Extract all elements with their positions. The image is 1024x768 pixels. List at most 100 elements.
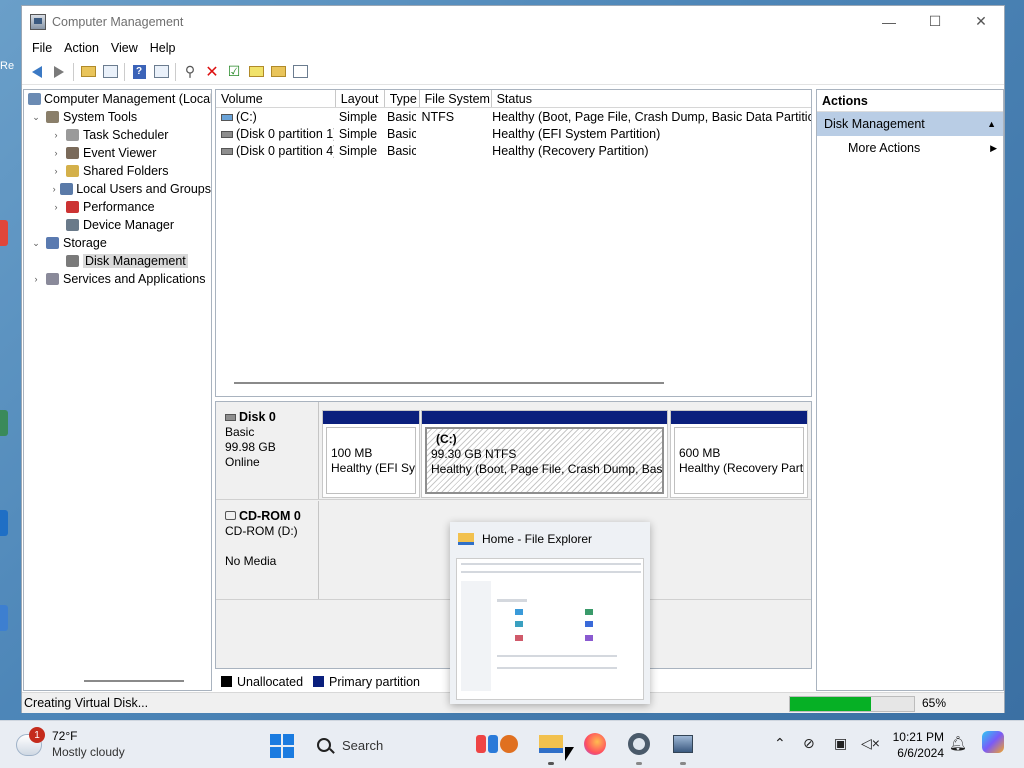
tree-item-performance[interactable]: › Performance bbox=[24, 198, 211, 216]
collapse-chevron-icon[interactable]: ⌄ bbox=[30, 238, 42, 249]
file-explorer-preview[interactable]: Home - File Explorer bbox=[450, 522, 650, 704]
partition-c[interactable]: (C:) 99.30 GB NTFS Healthy (Boot, Page F… bbox=[421, 410, 668, 498]
column-file-system[interactable]: File System bbox=[420, 90, 492, 107]
show-hide-tree-button[interactable] bbox=[99, 62, 121, 82]
expand-chevron-icon[interactable]: › bbox=[50, 184, 58, 194]
progress-fill bbox=[790, 697, 871, 711]
tree-item-label: Task Scheduler bbox=[83, 128, 169, 142]
tree-item-label: Local Users and Groups bbox=[76, 182, 211, 196]
search-folder-icon bbox=[270, 66, 286, 77]
console-tree-icon bbox=[102, 65, 118, 78]
back-arrow-icon bbox=[32, 65, 42, 78]
close-button[interactable]: ✕ bbox=[958, 6, 1004, 37]
expand-chevron-icon[interactable]: › bbox=[50, 166, 62, 176]
show-action-pane-button[interactable] bbox=[150, 62, 172, 82]
users-icon bbox=[60, 182, 74, 196]
back-button[interactable] bbox=[26, 62, 48, 82]
disk-state: Online bbox=[225, 455, 260, 469]
legend-primary: Primary partition bbox=[329, 674, 421, 689]
volume-name: (Disk 0 partition 4) bbox=[236, 143, 334, 158]
volume-row[interactable]: (C:) Simple Basic NTFS Healthy (Boot, Page F… bbox=[216, 108, 811, 125]
delete-button[interactable]: ✕ bbox=[201, 62, 223, 82]
tree-item-services-and-applications[interactable]: › Services and Applications bbox=[24, 270, 211, 288]
start-button[interactable] bbox=[270, 734, 294, 758]
disk-type: Basic bbox=[225, 425, 255, 439]
tree-horizontal-scrollbar[interactable] bbox=[84, 680, 184, 682]
services-icon bbox=[44, 272, 60, 286]
tree-item-event-viewer[interactable]: › Event Viewer bbox=[24, 144, 211, 162]
disk-0-label[interactable]: Disk 0 Basic 99.98 GB Online bbox=[216, 402, 319, 499]
search-highlights-icon[interactable] bbox=[472, 731, 522, 757]
expand-chevron-icon[interactable]: › bbox=[50, 202, 62, 212]
volume-muted-icon[interactable]: ◁× bbox=[861, 735, 880, 752]
tree-item-local-users-and-groups[interactable]: › Local Users and Groups bbox=[24, 180, 211, 198]
notification-bell-icon[interactable]: 🔔︎ bbox=[949, 735, 967, 752]
menu-help[interactable]: Help bbox=[144, 41, 182, 55]
horizontal-scrollbar[interactable] bbox=[234, 382, 664, 384]
help-button[interactable]: ? bbox=[128, 62, 150, 82]
menu-file[interactable]: File bbox=[26, 41, 58, 55]
partition-recovery[interactable]: 600 MB Healthy (Recovery Partit bbox=[670, 410, 808, 498]
connect-button[interactable]: ⚲ bbox=[179, 62, 201, 82]
weather-widget[interactable]: 1 72°F Mostly cloudy bbox=[16, 727, 125, 760]
new-folder-button[interactable] bbox=[245, 62, 267, 82]
actions-section-label: Disk Management bbox=[824, 117, 925, 131]
properties-icon bbox=[292, 65, 308, 78]
computer-management-taskbar-icon[interactable] bbox=[670, 731, 696, 765]
expand-chevron-icon[interactable]: › bbox=[30, 274, 42, 284]
partition-size: 99.30 GB NTFS bbox=[431, 447, 517, 461]
properties-button[interactable] bbox=[289, 62, 311, 82]
search-folder-button[interactable] bbox=[267, 62, 289, 82]
expand-chevron-icon[interactable]: › bbox=[50, 148, 62, 158]
tree-item-label: Computer Management (Local bbox=[44, 92, 212, 106]
volume-status-cell: Healthy (Boot, Page File, Crash Dump, Ba… bbox=[492, 109, 812, 124]
tree-item-shared-folders[interactable]: › Shared Folders bbox=[24, 162, 211, 180]
partition-efi[interactable]: 100 MB Healthy (EFI Sys bbox=[322, 410, 420, 498]
firefox-icon[interactable] bbox=[582, 731, 608, 757]
volume-row[interactable]: (Disk 0 partition 4) Simple Basic Healthy (… bbox=[216, 142, 811, 159]
show-hidden-icons-chevron-icon[interactable]: ⌃ bbox=[774, 735, 786, 752]
minimize-button[interactable]: — bbox=[866, 6, 912, 37]
column-layout[interactable]: Layout bbox=[336, 90, 385, 107]
tree-item-device-manager[interactable]: Device Manager bbox=[24, 216, 211, 234]
column-type[interactable]: Type bbox=[385, 90, 420, 107]
preview-title: Home - File Explorer bbox=[482, 532, 593, 546]
maximize-button[interactable]: ☐ bbox=[912, 6, 958, 37]
tree-item-storage[interactable]: ⌄ Storage bbox=[24, 234, 211, 252]
volume-row[interactable]: (Disk 0 partition 1) Simple Basic Healthy (… bbox=[216, 125, 811, 142]
column-volume[interactable]: Volume bbox=[216, 90, 336, 107]
cdrom-name: CD-ROM 0 bbox=[239, 509, 301, 523]
file-explorer-taskbar-icon[interactable] bbox=[538, 731, 564, 765]
tree-item-task-scheduler[interactable]: › Task Scheduler bbox=[24, 126, 211, 144]
tree-item-computer-management-local[interactable]: Computer Management (Local bbox=[24, 90, 211, 108]
forward-button[interactable] bbox=[48, 62, 70, 82]
column-status[interactable]: Status bbox=[492, 90, 811, 107]
forward-arrow-icon bbox=[54, 65, 64, 78]
network-icon[interactable]: ⊘ bbox=[803, 735, 815, 752]
settings-icon[interactable] bbox=[626, 731, 652, 765]
file-explorer-icon bbox=[458, 533, 474, 545]
cdrom-0-label[interactable]: CD-ROM 0 CD-ROM (D:) No Media bbox=[216, 501, 319, 599]
copilot-icon[interactable] bbox=[982, 731, 1004, 756]
volume-type-cell: Basic bbox=[387, 143, 417, 158]
display-icon[interactable]: ▣ bbox=[834, 735, 847, 752]
storage-icon bbox=[44, 236, 60, 250]
more-actions[interactable]: More Actions ▶ bbox=[817, 136, 1003, 160]
volume-layout-cell: Simple bbox=[338, 143, 378, 158]
actions-section-disk-management[interactable]: Disk Management ▲ bbox=[817, 112, 1003, 136]
device-manager-icon bbox=[64, 218, 80, 232]
partition-size: 600 MB bbox=[679, 446, 721, 460]
actions-header: Actions bbox=[817, 90, 1003, 112]
tree-item-system-tools[interactable]: ⌄ System Tools bbox=[24, 108, 211, 126]
delete-x-icon: ✕ bbox=[205, 63, 219, 81]
title-bar[interactable]: Computer Management — ☐ ✕ bbox=[22, 6, 1004, 37]
check-button[interactable]: ☑ bbox=[223, 62, 245, 82]
menu-action[interactable]: Action bbox=[58, 41, 105, 55]
expand-chevron-icon[interactable]: › bbox=[50, 130, 62, 140]
collapse-chevron-icon[interactable]: ⌄ bbox=[30, 112, 42, 123]
tree-item-disk-management[interactable]: Disk Management bbox=[24, 252, 211, 270]
tree-item-label: Shared Folders bbox=[83, 164, 169, 178]
up-level-button[interactable] bbox=[77, 62, 99, 82]
clock[interactable]: 10:21 PM 6/6/2024 bbox=[888, 729, 944, 761]
menu-view[interactable]: View bbox=[105, 41, 144, 55]
